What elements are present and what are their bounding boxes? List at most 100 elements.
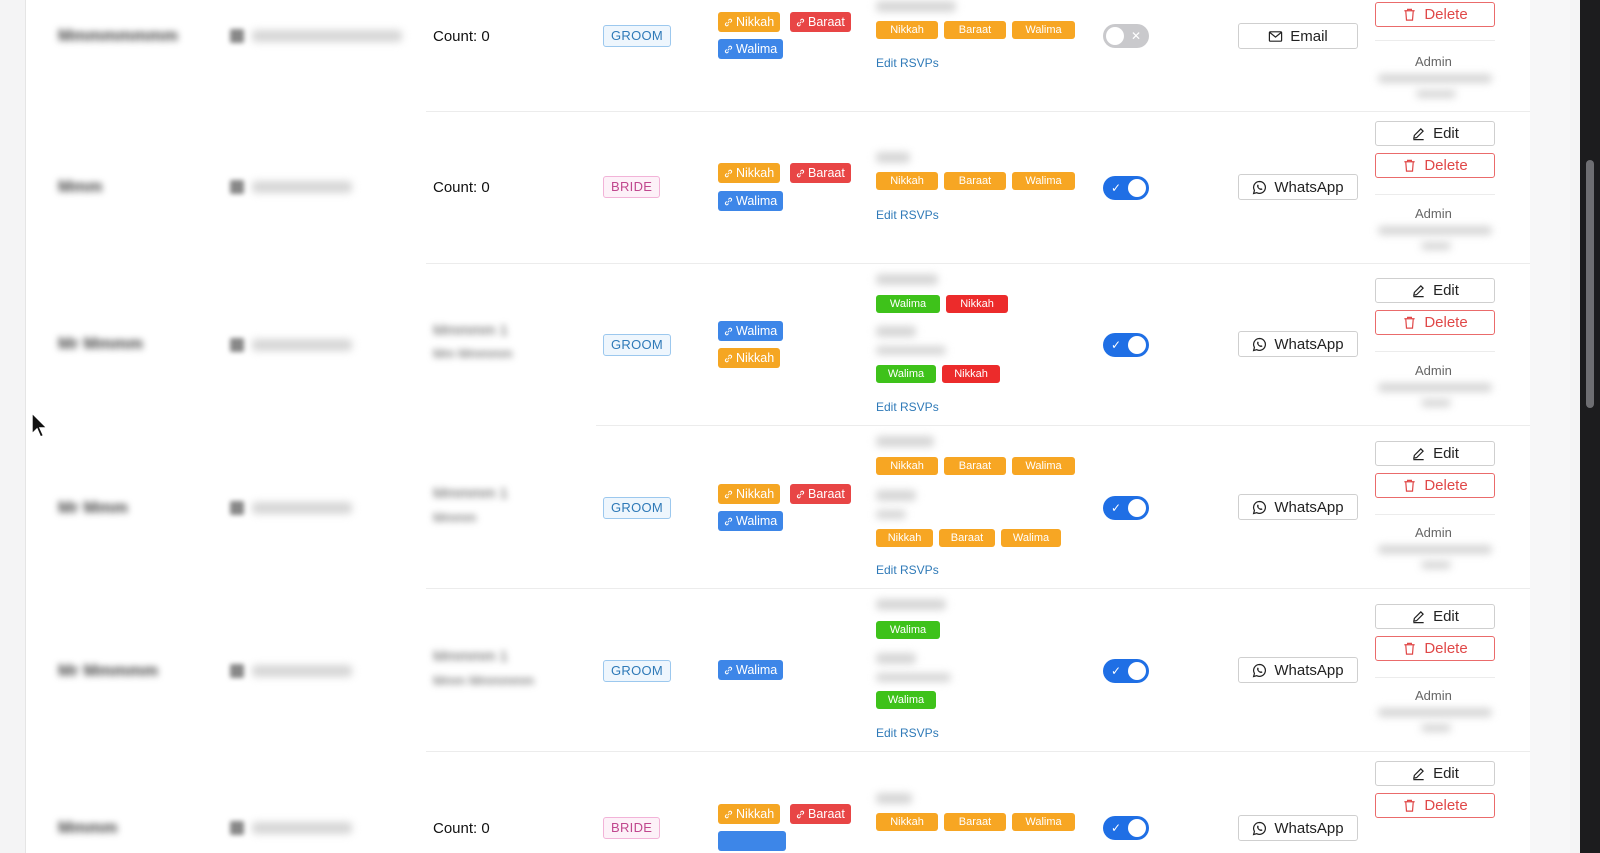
delete-button[interactable]: Delete	[1375, 793, 1495, 818]
event-tag-walima[interactable]: Walima	[718, 39, 784, 59]
trash-icon	[1404, 8, 1415, 21]
phone-icon-redacted	[230, 180, 244, 194]
edit-button[interactable]: Edit	[1375, 121, 1495, 146]
link-icon	[724, 666, 733, 675]
whatsapp-button[interactable]: WhatsApp	[1238, 815, 1358, 841]
whatsapp-icon	[1253, 337, 1267, 351]
guest-table: Mmmmmmmm Count: 0 GROOM Nikkah Baraat Wa…	[26, 0, 1530, 853]
edit-rsvps-link[interactable]: Edit RSVPs	[876, 563, 939, 577]
link-icon	[724, 810, 733, 819]
whatsapp-icon	[1253, 663, 1267, 677]
phone-icon-redacted	[230, 338, 244, 352]
event-tag-baraat[interactable]: Baraat	[790, 484, 851, 504]
edit-button[interactable]: Edit	[1375, 278, 1495, 303]
event-tag-walima[interactable]: Walima	[718, 321, 784, 341]
scrollbar-thumb[interactable]	[1586, 160, 1594, 408]
phone-redacted	[252, 665, 352, 677]
pencil-icon	[1413, 285, 1425, 298]
plus-one-count: Count: 0	[433, 820, 490, 837]
delete-button[interactable]: Delete	[1375, 2, 1495, 27]
event-tag-walima[interactable]: Walima	[718, 660, 784, 680]
rsvp-badge-walima: Walima	[1012, 21, 1075, 39]
rsvp-guest-redacted	[876, 326, 916, 337]
rsvp-badge-baraat: Baraat	[944, 172, 1006, 190]
delete-button[interactable]: Delete	[1375, 473, 1495, 498]
delete-button[interactable]: Delete	[1375, 310, 1495, 335]
guest-name-redacted: Mr Mmmmm	[58, 661, 159, 680]
delete-button[interactable]: Delete	[1375, 636, 1495, 661]
edit-rsvps-link[interactable]: Edit RSVPs	[876, 400, 939, 414]
group-name-redacted: Mmmmm 1	[433, 485, 508, 502]
table-row: Mr Mmm Mmmmm 1 Mmmm GROOM Nikkah Baraat …	[26, 426, 1530, 589]
invite-sent-toggle[interactable]: ✕	[1103, 24, 1149, 48]
edit-button[interactable]: Edit	[1375, 761, 1495, 786]
check-icon: ✓	[1111, 664, 1122, 678]
whatsapp-button[interactable]: WhatsApp	[1238, 657, 1358, 683]
whatsapp-button[interactable]: WhatsApp	[1238, 331, 1358, 357]
whatsapp-button[interactable]: WhatsApp	[1238, 174, 1358, 200]
side-tag-bride: BRIDE	[603, 176, 661, 198]
phone-icon-redacted	[230, 501, 244, 515]
event-tag-nikkah[interactable]: Nikkah	[718, 12, 781, 32]
link-icon	[724, 354, 733, 363]
edit-rsvps-link[interactable]: Edit RSVPs	[876, 726, 939, 740]
event-tag-nikkah[interactable]: Nikkah	[718, 804, 781, 824]
event-tag-walima-cut[interactable]	[718, 831, 786, 851]
scrollbar-track[interactable]	[1580, 0, 1600, 853]
event-tag-baraat[interactable]: Baraat	[790, 12, 851, 32]
whatsapp-icon	[1253, 500, 1267, 514]
trash-icon	[1404, 479, 1415, 492]
edit-rsvps-link[interactable]: Edit RSVPs	[876, 208, 939, 222]
link-icon	[724, 517, 733, 526]
mouse-cursor-icon	[31, 412, 49, 438]
link-icon	[796, 169, 805, 178]
created-by-label: Admin	[1415, 525, 1452, 540]
rsvp-badge-baraat: Baraat	[944, 457, 1006, 475]
edit-button[interactable]: Edit	[1375, 441, 1495, 466]
event-tag-walima[interactable]: Walima	[718, 511, 784, 531]
phone-icon-redacted	[230, 821, 244, 835]
group-desc-redacted: Mmmm	[433, 510, 477, 525]
created-date-redacted	[1378, 383, 1492, 392]
email-button[interactable]: Email	[1238, 23, 1358, 49]
phone-redacted	[252, 339, 352, 351]
invite-sent-toggle[interactable]: ✓	[1103, 333, 1149, 357]
rsvp-badge-walima: Walima	[876, 365, 936, 383]
link-icon	[724, 45, 733, 54]
event-tag-nikkah[interactable]: Nikkah	[718, 163, 781, 183]
side-tag-groom: GROOM	[603, 497, 672, 519]
invite-sent-toggle[interactable]: ✓	[1103, 496, 1149, 520]
rsvp-badge-walima: Walima	[1001, 529, 1061, 547]
link-icon	[724, 169, 733, 178]
check-icon: ✓	[1111, 338, 1122, 352]
event-tag-baraat[interactable]: Baraat	[790, 163, 851, 183]
edit-button[interactable]: Edit	[1375, 604, 1495, 629]
rsvp-guest-redacted	[876, 1, 956, 12]
event-tag-nikkah[interactable]: Nikkah	[718, 348, 781, 368]
link-icon	[724, 18, 733, 27]
event-tag-walima[interactable]: Walima	[718, 191, 784, 211]
check-icon: ✓	[1111, 501, 1122, 515]
delete-button[interactable]: Delete	[1375, 153, 1495, 178]
rsvp-badge-nikkah: Nikkah	[946, 295, 1008, 313]
right-margin	[1530, 0, 1570, 853]
created-date-redacted	[1378, 226, 1492, 235]
rsvp-badge-walima: Walima	[1012, 457, 1075, 475]
edit-rsvps-link[interactable]: Edit RSVPs	[876, 56, 939, 70]
phone-redacted	[252, 502, 352, 514]
table-row: Mr Mmmm Mmmmm 1 Mm Mmmmm GROOM Walima Ni…	[26, 264, 1530, 426]
rsvp-guest-redacted	[876, 274, 938, 285]
invite-sent-toggle[interactable]: ✓	[1103, 659, 1149, 683]
invite-sent-toggle[interactable]: ✓	[1103, 816, 1149, 840]
rsvp-badge-nikkah: Nikkah	[876, 529, 933, 547]
event-tag-baraat[interactable]: Baraat	[790, 804, 851, 824]
rsvp-badge-walima: Walima	[876, 691, 936, 709]
rsvp-badge-walima: Walima	[876, 295, 940, 313]
trash-icon	[1404, 799, 1415, 812]
pencil-icon	[1413, 448, 1425, 461]
whatsapp-button[interactable]: WhatsApp	[1238, 494, 1358, 520]
event-tag-nikkah[interactable]: Nikkah	[718, 484, 781, 504]
table-row: Mmmmmmmm Count: 0 GROOM Nikkah Baraat Wa…	[26, 0, 1530, 112]
link-icon	[724, 327, 733, 336]
invite-sent-toggle[interactable]: ✓	[1103, 176, 1149, 200]
